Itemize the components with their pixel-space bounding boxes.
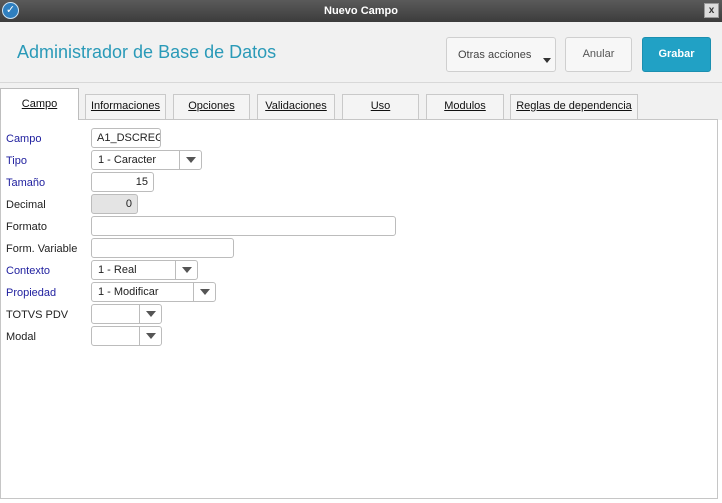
contexto-select[interactable]: 1 - Real: [91, 260, 198, 280]
save-button[interactable]: Grabar: [642, 37, 711, 72]
header-bar: Administrador de Base de Datos Otras acc…: [0, 22, 722, 83]
window-title: Nuevo Campo: [324, 5, 398, 17]
chevron-down-icon: [543, 58, 551, 63]
chevron-down-icon[interactable]: [139, 305, 161, 323]
decimal-label: Decimal: [6, 199, 46, 211]
tab-validaciones[interactable]: Validaciones: [257, 94, 335, 119]
tab-opciones[interactable]: Opciones: [173, 94, 250, 119]
cancel-button[interactable]: Anular: [565, 37, 632, 72]
modal-select[interactable]: [91, 326, 162, 346]
tamano-field[interactable]: 15: [91, 172, 154, 192]
formato-label: Formato: [6, 221, 47, 233]
chevron-down-icon[interactable]: [179, 151, 201, 169]
contexto-label: Contexto: [6, 265, 51, 277]
tab-uso[interactable]: Uso: [342, 94, 419, 119]
propiedad-label: Propiedad: [6, 287, 57, 299]
form-variable-field[interactable]: [91, 238, 234, 258]
window-titlebar: ✓ Nuevo Campo x: [0, 0, 722, 22]
campo-field[interactable]: A1_DSCREG: [91, 128, 161, 148]
decimal-field: 0: [91, 194, 138, 214]
form-panel: Campo A1_DSCREG Tipo 1 - Caracter Tamaño…: [0, 119, 718, 499]
tab-strip: Campo Informaciones Opciones Validacione…: [0, 83, 722, 120]
propiedad-select[interactable]: 1 - Modificar: [91, 282, 216, 302]
campo-label: Campo: [6, 133, 42, 145]
totvs-pdv-select[interactable]: [91, 304, 162, 324]
chevron-down-icon[interactable]: [175, 261, 197, 279]
tab-informaciones[interactable]: Informaciones: [85, 94, 166, 119]
formato-field[interactable]: [91, 216, 396, 236]
tab-reglas-de-dependencia[interactable]: Reglas de dependencia: [510, 94, 638, 119]
tipo-label: Tipo: [6, 155, 27, 167]
other-actions-label: Otras acciones: [458, 49, 532, 61]
totvs-pdv-label: TOTVS PDV: [6, 309, 69, 321]
tamano-label: Tamaño: [6, 177, 46, 189]
tab-campo[interactable]: Campo: [0, 88, 79, 120]
page-title: Administrador de Base de Datos: [17, 42, 277, 62]
chevron-down-icon[interactable]: [193, 283, 215, 301]
tipo-value: 1 - Caracter: [98, 154, 157, 166]
other-actions-button[interactable]: Otras acciones: [446, 37, 556, 72]
contexto-value: 1 - Real: [98, 264, 137, 276]
form-variable-label: Form. Variable: [6, 243, 78, 255]
tab-modulos[interactable]: Modulos: [426, 94, 504, 119]
chevron-down-icon[interactable]: [139, 327, 161, 345]
modal-label: Modal: [6, 331, 36, 343]
tipo-select[interactable]: 1 - Caracter: [91, 150, 202, 170]
close-icon[interactable]: x: [704, 3, 719, 18]
propiedad-value: 1 - Modificar: [98, 286, 159, 298]
